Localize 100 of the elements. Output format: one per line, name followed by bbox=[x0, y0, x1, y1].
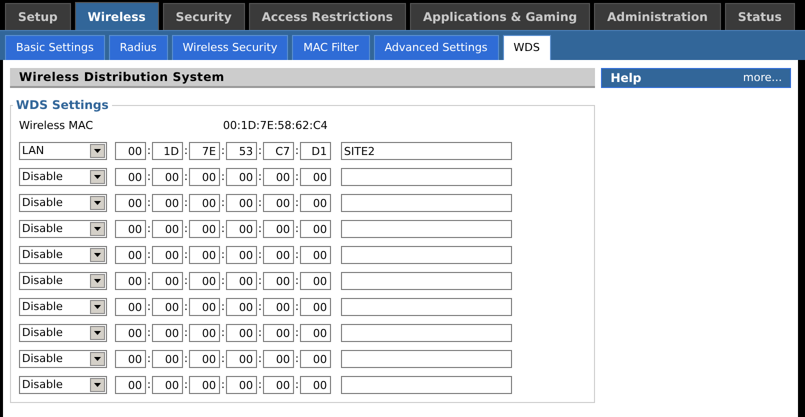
mac-octet-field[interactable]: 00 bbox=[115, 272, 146, 290]
mac-octet-field[interactable]: 00 bbox=[189, 324, 220, 342]
mac-octet-field[interactable]: D1 bbox=[300, 142, 331, 160]
mac-octet-field[interactable]: 00 bbox=[226, 350, 257, 368]
sub-tab[interactable]: Advanced Settings bbox=[374, 35, 499, 60]
mac-separator: : bbox=[257, 350, 263, 367]
mac-octet-field[interactable]: 00 bbox=[263, 350, 294, 368]
site-name-field[interactable] bbox=[341, 324, 512, 342]
mac-octet-field[interactable]: 00 bbox=[115, 246, 146, 264]
sub-tab[interactable]: WDS bbox=[502, 35, 551, 60]
mac-octet-field[interactable]: 00 bbox=[263, 246, 294, 264]
mac-octet-field[interactable]: 00 bbox=[300, 324, 331, 342]
main-tab[interactable]: Setup bbox=[5, 3, 71, 30]
site-name-field[interactable] bbox=[341, 246, 512, 264]
mac-octet-field[interactable]: 00 bbox=[226, 168, 257, 186]
site-name-field[interactable] bbox=[341, 298, 512, 316]
mac-separator: : bbox=[220, 350, 226, 367]
site-name-field[interactable] bbox=[341, 194, 512, 212]
site-name-field[interactable] bbox=[341, 168, 512, 186]
mac-octet-field[interactable]: 00 bbox=[300, 220, 331, 238]
mode-dropdown[interactable]: LAN bbox=[19, 142, 107, 160]
mac-octet-field[interactable]: 00 bbox=[152, 194, 183, 212]
mac-octet-field[interactable]: 00 bbox=[189, 272, 220, 290]
mac-octet-field[interactable]: 00 bbox=[115, 194, 146, 212]
mode-dropdown[interactable]: Disable bbox=[19, 298, 107, 316]
main-tab[interactable]: Wireless bbox=[74, 2, 159, 30]
mac-octet-field[interactable]: C7 bbox=[263, 142, 294, 160]
mac-octet-field[interactable]: 00 bbox=[226, 246, 257, 264]
site-name-field[interactable]: SITE2 bbox=[341, 142, 512, 160]
mac-octet-field[interactable]: 00 bbox=[115, 220, 146, 238]
mac-octet-field[interactable]: 00 bbox=[300, 194, 331, 212]
main-tab[interactable]: Applications & Gaming bbox=[410, 3, 590, 30]
mac-octet-field[interactable]: 00 bbox=[226, 376, 257, 394]
mac-octet-field[interactable]: 00 bbox=[300, 350, 331, 368]
mac-octet-field[interactable]: 00 bbox=[189, 194, 220, 212]
mac-octet-field[interactable]: 00 bbox=[152, 168, 183, 186]
mac-octet-field[interactable]: 00 bbox=[300, 168, 331, 186]
mac-octet-field[interactable]: 00 bbox=[152, 220, 183, 238]
mac-octet-field[interactable]: 00 bbox=[115, 168, 146, 186]
sub-tab[interactable]: MAC Filter bbox=[292, 35, 370, 60]
site-name-field[interactable] bbox=[341, 272, 512, 290]
mac-octet-field[interactable]: 00 bbox=[189, 220, 220, 238]
mac-octet-field[interactable]: 00 bbox=[115, 376, 146, 394]
mac-octet-field[interactable]: 53 bbox=[226, 142, 257, 160]
mac-octet-field[interactable]: 00 bbox=[115, 142, 146, 160]
mac-octet-field[interactable]: 00 bbox=[300, 376, 331, 394]
mac-octet-field[interactable]: 00 bbox=[152, 298, 183, 316]
mode-dropdown[interactable]: Disable bbox=[19, 168, 107, 186]
mode-dropdown[interactable]: Disable bbox=[19, 324, 107, 342]
sub-tab[interactable]: Basic Settings bbox=[5, 35, 105, 60]
mac-octet-field[interactable]: 1D bbox=[152, 142, 183, 160]
mode-dropdown[interactable]: Disable bbox=[19, 272, 107, 290]
mac-octet-field[interactable]: 00 bbox=[189, 376, 220, 394]
mac-separator: : bbox=[257, 298, 263, 315]
mac-octet-field[interactable]: 00 bbox=[226, 194, 257, 212]
more-link[interactable]: more... bbox=[743, 70, 782, 86]
mode-dropdown[interactable]: Disable bbox=[19, 376, 107, 394]
main-tab[interactable]: Security bbox=[162, 3, 245, 30]
mac-octet-field[interactable]: 00 bbox=[263, 194, 294, 212]
mode-dropdown[interactable]: Disable bbox=[19, 246, 107, 264]
mac-octet-field[interactable]: 00 bbox=[263, 298, 294, 316]
mac-octet-field[interactable]: 00 bbox=[263, 220, 294, 238]
mac-octet-field[interactable]: 00 bbox=[152, 350, 183, 368]
mac-octet-field[interactable]: 00 bbox=[263, 272, 294, 290]
mac-octet-field[interactable]: 00 bbox=[152, 376, 183, 394]
main-tab[interactable]: Access Restrictions bbox=[248, 3, 406, 30]
mac-octet-field[interactable]: 00 bbox=[152, 324, 183, 342]
mac-octet-field[interactable]: 00 bbox=[226, 220, 257, 238]
mac-octet-field[interactable]: 00 bbox=[300, 246, 331, 264]
main-tab[interactable]: Administration bbox=[594, 3, 721, 30]
sub-tab[interactable]: Wireless Security bbox=[172, 35, 288, 60]
mac-separator: : bbox=[183, 298, 189, 315]
site-name-field[interactable] bbox=[341, 376, 512, 394]
mac-octet-field[interactable]: 00 bbox=[263, 324, 294, 342]
mac-octet-field[interactable]: 00 bbox=[115, 324, 146, 342]
mac-octet-field[interactable]: 00 bbox=[300, 298, 331, 316]
mac-octet-field[interactable]: 00 bbox=[189, 168, 220, 186]
mac-octet-field[interactable]: 00 bbox=[115, 350, 146, 368]
mac-octet-field[interactable]: 00 bbox=[263, 168, 294, 186]
mac-octet-field[interactable]: 00 bbox=[226, 298, 257, 316]
mac-octet-field[interactable]: 00 bbox=[152, 272, 183, 290]
mac-octet-field[interactable]: 00 bbox=[189, 350, 220, 368]
mac-octet-field[interactable]: 7E bbox=[189, 142, 220, 160]
mac-octet-field[interactable]: 00 bbox=[189, 246, 220, 264]
mac-octet-field[interactable]: 00 bbox=[300, 272, 331, 290]
mac-separator: : bbox=[183, 272, 189, 289]
mac-octet-field[interactable]: 00 bbox=[189, 298, 220, 316]
mode-dropdown[interactable]: Disable bbox=[19, 194, 107, 212]
sub-tab[interactable]: Radius bbox=[108, 35, 168, 60]
mode-dropdown[interactable]: Disable bbox=[19, 220, 107, 238]
mac-octet-field[interactable]: 00 bbox=[226, 324, 257, 342]
site-name-field[interactable] bbox=[341, 220, 512, 238]
mac-octet-field[interactable]: 00 bbox=[152, 246, 183, 264]
site-name-field[interactable] bbox=[341, 350, 512, 368]
mode-dropdown[interactable]: Disable bbox=[19, 350, 107, 368]
mac-octet-field[interactable]: 00 bbox=[226, 272, 257, 290]
mac-octet-field[interactable]: 00 bbox=[263, 376, 294, 394]
main-tab[interactable]: Status bbox=[724, 3, 795, 30]
mac-separator: : bbox=[220, 324, 226, 341]
mac-octet-field[interactable]: 00 bbox=[115, 298, 146, 316]
